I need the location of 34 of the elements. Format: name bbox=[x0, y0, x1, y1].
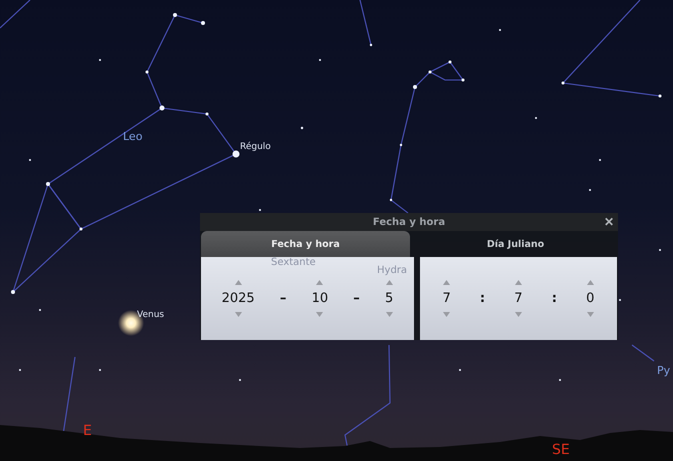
tab[interactable]: Día Juliano bbox=[411, 231, 620, 257]
down-arrow-icon[interactable] bbox=[514, 312, 522, 317]
up-arrow-icon[interactable] bbox=[386, 280, 393, 285]
up-arrow-icon[interactable] bbox=[443, 280, 450, 285]
star-label: Régulo bbox=[240, 141, 271, 153]
up-arrow-icon[interactable] bbox=[514, 280, 522, 285]
close-button[interactable]: ✕ bbox=[602, 214, 616, 230]
spinbox-value[interactable]: 5 bbox=[384, 291, 394, 306]
up-arrow-icon[interactable] bbox=[586, 280, 594, 285]
cardinal-label: E bbox=[83, 423, 92, 439]
separator-text: – bbox=[280, 291, 286, 306]
spinbox-value[interactable]: 0 bbox=[586, 291, 594, 306]
down-arrow-icon[interactable] bbox=[443, 312, 450, 317]
up-arrow-icon[interactable] bbox=[234, 280, 242, 285]
up-arrow-icon[interactable] bbox=[316, 280, 324, 285]
tab[interactable]: Fecha y hora bbox=[201, 231, 410, 257]
constellation-label: Hydra bbox=[377, 265, 408, 276]
separator-text: : bbox=[552, 291, 557, 306]
cardinal-label: SE bbox=[552, 442, 570, 458]
dialog-title: Fecha y hora bbox=[372, 216, 446, 228]
spinbox-value[interactable]: 10 bbox=[312, 291, 328, 306]
separator-text: – bbox=[353, 291, 360, 306]
constellation-label: Sextante bbox=[271, 257, 316, 268]
down-arrow-icon[interactable] bbox=[234, 312, 242, 317]
spinbox-value[interactable]: 7 bbox=[514, 291, 523, 306]
planet-label: Venus bbox=[137, 309, 164, 321]
spinbox-value[interactable]: 7 bbox=[442, 291, 451, 306]
constellation-label: Py bbox=[657, 365, 670, 377]
spinbox-value[interactable]: 2025 bbox=[222, 291, 255, 306]
down-arrow-icon[interactable] bbox=[316, 312, 324, 317]
down-arrow-icon[interactable] bbox=[386, 312, 393, 317]
constellation-label: Leo bbox=[123, 131, 142, 143]
separator-text: : bbox=[480, 291, 486, 306]
down-arrow-icon[interactable] bbox=[586, 312, 594, 317]
